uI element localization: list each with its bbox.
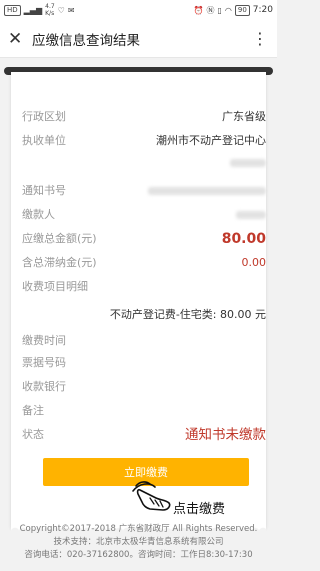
notice-no-redacted [148, 187, 266, 195]
pay-time-label: 缴费时间 [22, 334, 66, 347]
row-blur-extra [22, 156, 266, 170]
nav-bar: ✕ 应缴信息查询结果 ⋮ [0, 20, 277, 58]
row-remark: 备注 [22, 404, 266, 418]
row-receipt-no: 票据号码 [22, 356, 266, 370]
redacted-value [230, 159, 266, 167]
items-label: 收费项目明细 [22, 280, 88, 293]
row-bank: 收款银行 [22, 380, 266, 394]
status-bar: HD ▂▄▆ 4.7 K/s ♡ ✉ ⏰ Ⓝ ▯ ◠ 90 7:20 [0, 0, 277, 20]
receipt-no-label: 票据号码 [22, 356, 66, 369]
signal-icon: ▂▄▆ [23, 5, 43, 15]
status-label: 状态 [22, 428, 44, 441]
late-fee-label: 含总滞纳金(元) [22, 256, 97, 269]
network-speed-value: 4.7 [45, 3, 55, 10]
row-status: 状态 通知书未缴款 [22, 428, 266, 442]
region-label: 行政区划 [22, 110, 66, 123]
network-speed-unit: K/s [45, 10, 55, 17]
clock: 7:20 [252, 5, 273, 15]
network-speed: 4.7 K/s [45, 3, 55, 17]
remark-label: 备注 [22, 404, 44, 417]
total-label: 应缴总金额(元) [22, 232, 97, 245]
row-unit: 执收单位 潮州市不动产登记中心 [22, 134, 266, 148]
mail-icon: ✉ [67, 5, 75, 15]
hand-pointer-icon [132, 481, 171, 511]
status-value: 通知书未缴款 [185, 427, 266, 443]
row-pay-time: 缴费时间 [22, 334, 266, 348]
page-title: 应缴信息查询结果 [32, 32, 140, 49]
row-region: 行政区划 广东省级 [22, 110, 266, 124]
payer-label: 缴款人 [22, 208, 55, 221]
wifi-icon: ◠ [224, 5, 232, 15]
hd-badge: HD [4, 4, 21, 16]
tech-support-text: 技术支持：北京市太极华青信息系统有限公司 [53, 537, 224, 547]
copyright-text: Copyright©2017-2018 广东省财政厅 All Rights Re… [19, 524, 258, 534]
region-value: 广东省级 [222, 110, 266, 123]
battery-indicator: 90 [234, 4, 250, 16]
row-payer: 缴款人 [22, 208, 266, 222]
hotline-text: 咨询电话：020-37162800。咨询时间：工作日8:30-17:30 [24, 550, 253, 560]
footer: Copyright©2017-2018 广东省财政厅 All Rights Re… [0, 523, 277, 562]
row-total: 应缴总金额(元) 80.00 [22, 232, 266, 246]
status-left: HD ▂▄▆ 4.7 K/s ♡ ✉ [4, 3, 75, 17]
close-icon[interactable]: ✕ [8, 29, 28, 49]
unit-value: 潮州市不动产登记中心 [156, 134, 266, 147]
vibrate-icon: ▯ [217, 5, 222, 15]
nfc-icon: Ⓝ [206, 5, 215, 15]
total-value: 80.00 [221, 231, 266, 247]
alarm-icon: ⏰ [193, 5, 204, 15]
tap-to-pay-hint: 点击缴费 [173, 502, 226, 517]
row-late-fee: 含总滞纳金(元) 0.00 [22, 256, 266, 270]
unit-label: 执收单位 [22, 134, 66, 147]
status-right: ⏰ Ⓝ ▯ ◠ 90 7:20 [193, 4, 273, 16]
bank-label: 收款银行 [22, 380, 66, 393]
row-notice-no: 通知书号 [22, 184, 266, 198]
row-items: 收费项目明细 [22, 280, 266, 294]
payer-redacted [236, 211, 266, 219]
fee-item-line: 不动产登记费-住宅类: 80.00 元 [109, 308, 266, 321]
heart-icon: ♡ [57, 5, 65, 15]
more-icon[interactable]: ⋮ [252, 29, 269, 48]
notice-no-label: 通知书号 [22, 184, 66, 197]
late-fee-value: 0.00 [241, 256, 267, 269]
